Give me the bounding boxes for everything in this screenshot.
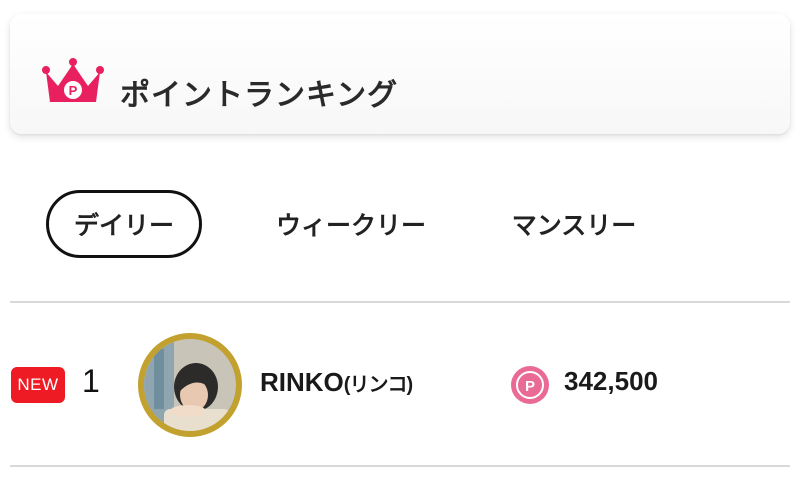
ranking-row[interactable]: NEW 1 RINKO(リンコ) P 342,500: [0, 303, 800, 465]
point-icon: P: [511, 366, 549, 404]
page-title: ポイントランキング: [120, 78, 399, 113]
rank-number: 1: [82, 363, 100, 399]
new-badge: NEW: [11, 367, 65, 403]
divider: [10, 465, 790, 467]
points-value: 342,500: [564, 366, 658, 396]
period-tabs: デイリー ウィークリー マンスリー: [0, 190, 800, 264]
tab-monthly[interactable]: マンスリー: [496, 190, 652, 258]
user-name-latin: RINKO: [260, 367, 344, 397]
avatar[interactable]: [138, 333, 242, 437]
user-name-kana: (リンコ): [343, 374, 413, 396]
user-name[interactable]: RINKO(リンコ): [260, 367, 413, 398]
ranking-header: P ポイントランキング: [10, 14, 790, 134]
avatar-photo: [144, 339, 236, 431]
crown-point-icon: P: [42, 58, 104, 102]
point-icon-letter: P: [525, 378, 535, 395]
ranking-page: P ポイントランキング デイリー ウィークリー マンスリー NEW 1 RINK…: [0, 0, 800, 489]
tab-weekly[interactable]: ウィークリー: [258, 190, 444, 258]
crown-point-letter: P: [69, 83, 78, 98]
tab-daily[interactable]: デイリー: [46, 190, 202, 258]
